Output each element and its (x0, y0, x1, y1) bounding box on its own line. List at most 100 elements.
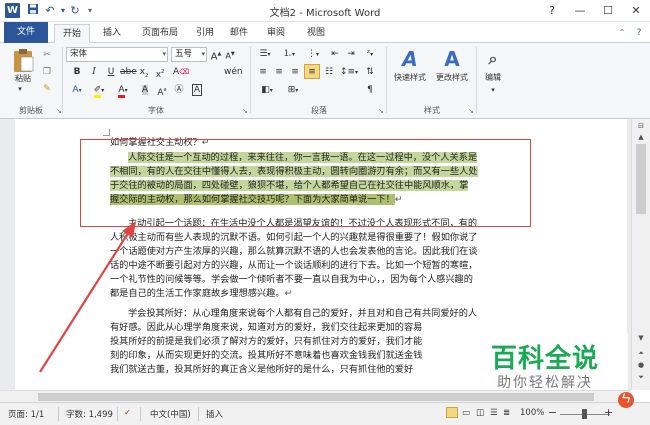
next-page-icon[interactable]: ⏷ (632, 373, 650, 387)
margin-corner-mark (103, 129, 110, 136)
line-spacing-icon[interactable]: ↕≡▾ (338, 65, 360, 80)
full-screen-reading-icon[interactable]: ▭ (462, 408, 470, 418)
doc-line[interactable]: 都是自己的生活工作家庭故乡理想感兴趣。↵ (110, 288, 292, 300)
group-divider (250, 47, 251, 113)
watermark-logo: ㄣ (618, 392, 634, 408)
tab-references[interactable]: 引用 (190, 24, 220, 43)
cut-icon[interactable]: ✂ (40, 48, 54, 63)
word-count[interactable]: 字数: 1,499 (66, 408, 113, 420)
bullets-icon[interactable]: ☰▾ (254, 47, 276, 62)
shading-icon[interactable]: ◧▾ (256, 83, 278, 98)
align-right-icon[interactable]: ≡ (288, 65, 302, 80)
align-left-icon[interactable]: ≡ (256, 65, 270, 80)
tab-mailings[interactable]: 邮件 (224, 24, 254, 43)
doc-line[interactable]: 我们就送古董，投其所好的真正含义是他所好的是什么，只有抓住他的爱好 (110, 364, 413, 376)
web-layout-icon[interactable]: ◫ (476, 408, 484, 418)
scroll-thumb[interactable] (636, 144, 646, 214)
language-indicator[interactable]: 中文(中国) (150, 408, 191, 420)
tab-insert[interactable]: 插入 (94, 24, 130, 43)
enclose-character-icon[interactable]: Ⓐ (172, 83, 186, 98)
shrink-font-icon[interactable]: A▼ (224, 47, 236, 62)
chinese-layout-icon[interactable]: ᶻ▾ (362, 47, 378, 62)
subscript-button[interactable]: x2 (137, 65, 151, 80)
group-divider (62, 47, 63, 113)
justify-icon[interactable]: ≡ (304, 64, 320, 79)
scroll-down-icon[interactable]: ▼ (632, 334, 650, 348)
sort-icon[interactable]: ⇅ (362, 65, 378, 80)
grow-font-icon[interactable]: A▲ (210, 47, 222, 62)
paragraph-launcher-icon[interactable]: ↘ (378, 107, 384, 115)
styles-launcher-icon[interactable]: ↘ (468, 107, 474, 115)
tab-review[interactable]: 审阅 (258, 24, 294, 43)
draft-view-icon[interactable]: ≣ (503, 408, 510, 418)
minimize-ribbon-icon[interactable]: ⌃ (615, 24, 629, 43)
phonetic-guide-icon[interactable]: Aa (155, 83, 169, 98)
doc-line[interactable]: 投其所好的前提是我们必须了解对方的爱好，只有抓住对方的爱好，我们才能 (110, 336, 422, 348)
paste-button[interactable]: 粘贴 (8, 47, 38, 84)
bold-button[interactable]: B (70, 65, 84, 80)
doc-line[interactable]: 一个话题使对方产生浓厚的兴趣，那么就算沉默不语的人也会发表他的言论。因此我们在谈 (110, 246, 478, 258)
help-icon[interactable]: ? (632, 24, 646, 43)
font-size-combo[interactable]: 五号 ▾ (171, 47, 207, 62)
increase-indent-icon[interactable]: ⇥ (344, 47, 358, 62)
character-border-icon[interactable]: A (190, 83, 204, 98)
proofing-icon[interactable]: ✓ (124, 408, 131, 418)
strikethrough-button[interactable]: abe (120, 65, 137, 80)
vertical-scrollbar[interactable]: ⊟ ▲ ▼ ⏶ ● ⏷ (631, 119, 650, 390)
clipboard-launcher-icon[interactable]: ↘ (56, 107, 62, 115)
borders-icon[interactable]: ⊞▾ (282, 83, 304, 98)
zoom-slider-thumb[interactable] (582, 409, 587, 419)
tab-view[interactable]: 视图 (298, 24, 334, 43)
help-button[interactable]: ? (538, 0, 566, 22)
doc-line[interactable]: 人积极主动而有些人表现的沉默不语。如何引起一个人的兴趣就是得很重要了！假如你说了 (110, 232, 478, 244)
italic-button[interactable]: I (87, 65, 101, 80)
page-count[interactable]: 页面: 1/1 (8, 408, 44, 420)
distributed-icon[interactable]: ☷ (322, 65, 336, 80)
zoom-in-button[interactable]: + (604, 406, 613, 419)
maximize-button[interactable]: ☐ (594, 0, 622, 22)
change-styles-button[interactable]: A 更改样式 (432, 46, 472, 83)
tab-home[interactable]: 开始 (54, 24, 90, 43)
font-launcher-icon[interactable]: ↘ (242, 107, 248, 115)
highlight-color-icon[interactable]: ✐▾ (90, 83, 108, 98)
editing-dropdown-icon[interactable]: ▾ (484, 83, 502, 98)
hscroll-thumb[interactable] (38, 393, 594, 401)
binoculars-icon: ⌕ (488, 49, 498, 68)
minimize-button[interactable]: — (566, 0, 594, 22)
quick-styles-button[interactable]: A 快速样式 (391, 46, 429, 83)
doc-line[interactable]: 刻的印象，从而实现更好的交流。投其所好不意味着也喜欢金钱我们就送金钱 (110, 350, 422, 362)
underline-button[interactable]: U (104, 65, 118, 80)
insert-mode[interactable]: 插入 (206, 408, 223, 420)
size-unit-icon[interactable]: wén (224, 65, 243, 80)
multilevel-list-icon[interactable]: ⋮▾ (302, 47, 324, 62)
superscript-button[interactable]: x2 (153, 65, 167, 80)
text-effects-icon[interactable]: A▾ (68, 83, 86, 98)
paste-dropdown-icon[interactable]: ▾ (8, 82, 32, 97)
doc-line[interactable]: 一个礼节性的问候等等。学会做一个倾听者不要一直以自我为中心，，因为每个人感兴趣的 (110, 274, 473, 286)
doc-line[interactable]: 学会投其所好：从心理角度来说每个人都有自己的爱好，并且对和自己有共同爱好的人 (110, 308, 477, 320)
font-name-combo[interactable]: 宋体 ▾ (66, 47, 168, 62)
character-shading-icon[interactable]: A (138, 83, 152, 98)
align-center-icon[interactable]: ≡ (272, 65, 286, 80)
status-bar: 页面: 1/1 字数: 1,499 ✓ 中文(中国) 插入 ▭ ◫ ☰ ≣ 10… (0, 402, 650, 425)
show-formatting-icon[interactable]: ¶ (362, 83, 378, 98)
editing-button[interactable]: ⌕ 编辑 (480, 46, 506, 83)
zoom-out-button[interactable]: − (548, 406, 557, 419)
decrease-indent-icon[interactable]: ⇤ (328, 47, 342, 62)
tab-page-layout[interactable]: 页面布局 (134, 24, 186, 43)
outline-view-icon[interactable]: ☰ (490, 408, 498, 418)
tab-file[interactable]: 文件 (4, 22, 48, 43)
font-color-icon[interactable]: A▾ (114, 83, 132, 98)
format-painter-icon[interactable]: ✎ (40, 82, 54, 97)
horizontal-scrollbar[interactable] (0, 390, 631, 402)
divider (58, 407, 59, 421)
copy-icon[interactable]: ❐ (40, 65, 54, 80)
zoom-level[interactable]: 100% (520, 408, 544, 418)
doc-line[interactable]: 话的中途不断要引起对方的兴趣，从而让一个谈话顺利的进行下去。比如一个短暂的寒暄， (110, 260, 478, 272)
numbering-icon[interactable]: ⒈▾ (278, 47, 300, 62)
print-layout-icon[interactable] (446, 407, 458, 421)
close-button[interactable]: ✕ (622, 0, 650, 22)
clear-format-icon[interactable]: A⌫ (171, 65, 191, 80)
font-group-label: 字体 (148, 106, 164, 115)
doc-line[interactable]: 有好感。因此从心理学角度来说，知道对方的爱好，我们交往起来更加的容易 (110, 322, 422, 334)
